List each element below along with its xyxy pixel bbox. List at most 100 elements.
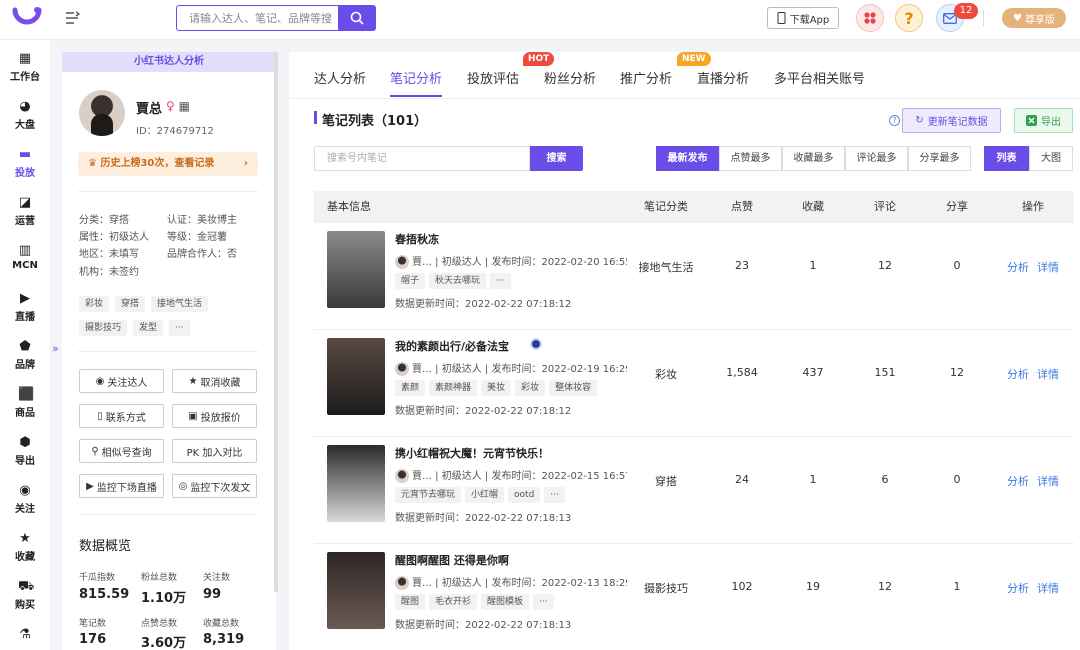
nav-item-10[interactable]: ★ 收藏 [0,528,50,568]
avatar[interactable] [79,90,125,136]
monitor-post-button[interactable]: ◎ 监控下次发文 [172,474,257,498]
table-row[interactable]: 携小红帽祝大魔！元宵节快乐！ 賈… | 初级达人 | 发布时间：2022-02-1… [314,437,1074,544]
note-thumbnail[interactable] [327,445,385,522]
nav-item-9[interactable]: ◉ 关注 [0,480,50,520]
note-shares: 12 [950,366,964,379]
tab-multi-platform[interactable]: 多平台相关账号 [774,68,865,87]
nav-item-8[interactable]: ⬢ 导出 [0,432,50,472]
export-icon: ⬢ [19,435,31,450]
nav-item-label: 导出 [15,456,35,467]
price-icon: ▣ [188,410,198,422]
help-icon[interactable]: ? [889,115,900,126]
stat-value: 176 [79,632,107,647]
th-shares[interactable]: 分享 [946,191,968,223]
apps-dots-icon [864,12,876,24]
stat-label: 点赞总数 [141,619,178,629]
follow-button[interactable]: ◉ 关注达人 [79,369,164,393]
detail-link[interactable]: 详情 [1037,366,1059,382]
qr-code-icon[interactable]: ▦ [179,99,190,113]
sort-collects[interactable]: 收藏最多 [782,146,845,171]
nav-item-3[interactable]: ◪ 运营 [0,192,50,232]
sort-likes[interactable]: 点赞最多 [719,146,782,171]
table-row[interactable]: 春捂秋冻 賈… | 初级达人 | 发布时间：2022-02-20 16:55:1 帽… [314,223,1074,330]
note-search-button[interactable]: 搜索 [530,146,583,171]
profile-tag: 穿搭 [115,296,146,312]
detail-link[interactable]: 详情 [1037,259,1059,275]
nav-item-5[interactable]: ▶ 直播 [0,288,50,328]
note-tag: 秋天去哪玩 [429,273,487,289]
vip-label: 尊享版 [1024,14,1055,26]
download-app-button[interactable]: 下载App [767,7,839,29]
app-logo[interactable] [12,6,42,32]
th-collects[interactable]: 收藏 [802,191,824,223]
refresh-notes-button[interactable]: ↻ 更新笔记数据 [902,108,1001,133]
note-title[interactable]: 春捂秋冻 [395,231,439,247]
nav-item-label: 关注 [15,504,35,515]
tab-fans-analysis[interactable]: 粉丝分析 [544,68,596,87]
collapse-arrow-icon[interactable]: » [52,342,59,355]
note-title[interactable]: 我的素颜出行/必备法宝 [395,338,509,354]
nav-item-1[interactable]: ◕ 大盘 [0,96,50,136]
profile-tag-more[interactable]: ··· [169,320,190,336]
tab-live-analysis[interactable]: 直播分析 [697,68,749,87]
ranking-history-button[interactable]: ♛ 历史上榜30次，查看记录 › [78,152,258,176]
similar-search-button[interactable]: ⚲ 相似号查询 [79,439,164,463]
note-tag: ··· [544,487,565,503]
note-tag: 素颜 [395,380,426,396]
hot-badge: HOT [523,52,555,66]
detail-link[interactable]: 详情 [1037,473,1059,489]
nav-item-label: MCN [12,260,38,271]
star-icon: ★ [19,531,31,546]
table-row[interactable]: 醒图啊醒图 还得是你啊 賈… | 初级达人 | 发布时间：2022-02-13 1… [314,544,1074,650]
tab-placement-eval[interactable]: 投放评估 [467,68,519,87]
note-title[interactable]: 醒图啊醒图 还得是你啊 [395,552,509,568]
nav-item-label: 直播 [15,312,35,323]
sort-comments[interactable]: 评论最多 [845,146,908,171]
attr-brand-partner: 品牌合作人：否 [167,249,237,260]
sort-shares[interactable]: 分享最多 [908,146,971,171]
vip-button[interactable]: ♥ 尊享版 [1002,8,1066,28]
note-title[interactable]: 携小红帽祝大魔！元宵节快乐！ [395,445,549,461]
note-thumbnail[interactable] [327,552,385,629]
contact-label: 联系方式 [105,412,146,424]
global-search-button[interactable] [338,6,375,30]
note-thumbnail[interactable] [327,338,385,415]
analyze-link[interactable]: 分析 [1007,580,1029,596]
nav-item-0[interactable]: ▦ 工作台 [0,48,50,88]
detail-link[interactable]: 详情 [1037,580,1059,596]
tab-note-analysis[interactable]: 笔记分析 [390,68,442,87]
analyze-link[interactable]: 分析 [1007,259,1029,275]
export-button[interactable]: 导出 [1014,108,1073,133]
nav-item-12[interactable]: ⚗ [0,624,50,650]
monitor-live-button[interactable]: ▶ 监控下场直播 [79,474,164,498]
global-search-input[interactable] [177,6,339,30]
view-grid[interactable]: 大图 [1029,146,1073,171]
nav-item-6[interactable]: ⬟ 品牌 [0,336,50,376]
quote-button[interactable]: ▣ 投放报价 [172,404,257,428]
nav-item-2[interactable]: ▬ 投放 [0,144,50,184]
tab-promo-analysis[interactable]: 推广分析 [620,68,672,87]
note-search-input[interactable] [314,146,530,171]
contact-button[interactable]: ▯ 联系方式 [79,404,164,428]
note-thumbnail[interactable] [327,231,385,308]
help-button[interactable]: ? [895,4,923,32]
view-list[interactable]: 列表 [984,146,1029,171]
table-row[interactable]: 我的素颜出行/必备法宝 賈… | 初级达人 | 发布时间：2022-02-19 1… [314,330,1074,437]
apps-button[interactable] [856,4,884,32]
nav-item-7[interactable]: ⬛ 商品 [0,384,50,424]
pk-compare-button[interactable]: PK 加入对比 [172,439,257,463]
nav-item-11[interactable]: ⛟ 购买 [0,576,50,616]
unfavorite-button[interactable]: ★ 取消收藏 [172,369,257,393]
sort-latest[interactable]: 最新发布 [656,146,719,171]
th-likes[interactable]: 点赞 [731,191,753,223]
analyze-link[interactable]: 分析 [1007,473,1029,489]
nav-item-4[interactable]: ▥ MCN [0,240,50,280]
profile-tag: 摄影技巧 [79,320,128,336]
note-tag: 醒图模板 [481,594,530,610]
th-comments[interactable]: 评论 [874,191,896,223]
profile-scrollbar[interactable] [274,52,278,592]
cart-icon: ⛟ [18,579,35,594]
menu-toggle-icon[interactable] [64,10,81,26]
analyze-link[interactable]: 分析 [1007,366,1029,382]
tab-influencer-analysis[interactable]: 达人分析 [314,68,366,87]
